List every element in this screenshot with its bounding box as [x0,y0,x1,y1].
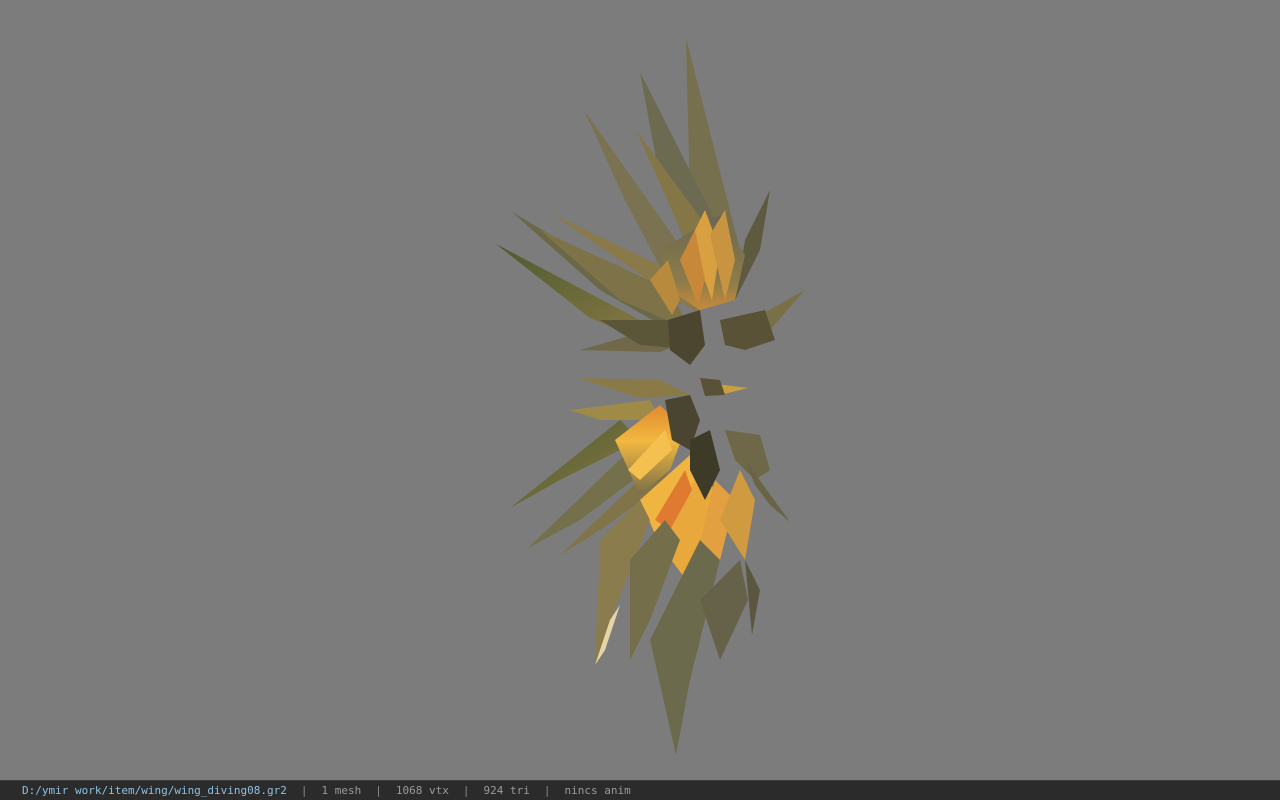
separator: | [543,784,551,797]
upper-wing [496,38,805,365]
file-path-text: D:/ymir work/item/wing/wing_diving08.gr2 [22,784,287,797]
mesh-count-text: 1 mesh [321,784,362,797]
separator: | [462,784,470,797]
triangle-count-text: 924 tri [483,784,530,797]
vertex-count-text: 1068 vtx [395,784,449,797]
separator: | [300,784,308,797]
status-bar: D:/ymir work/item/wing/wing_diving08.gr2… [0,780,1280,800]
lower-wing [510,378,790,755]
separator: | [375,784,382,797]
wing-model[interactable] [0,0,1280,780]
3d-viewport[interactable] [0,0,1280,780]
animation-status-text: nincs anim [564,784,631,797]
